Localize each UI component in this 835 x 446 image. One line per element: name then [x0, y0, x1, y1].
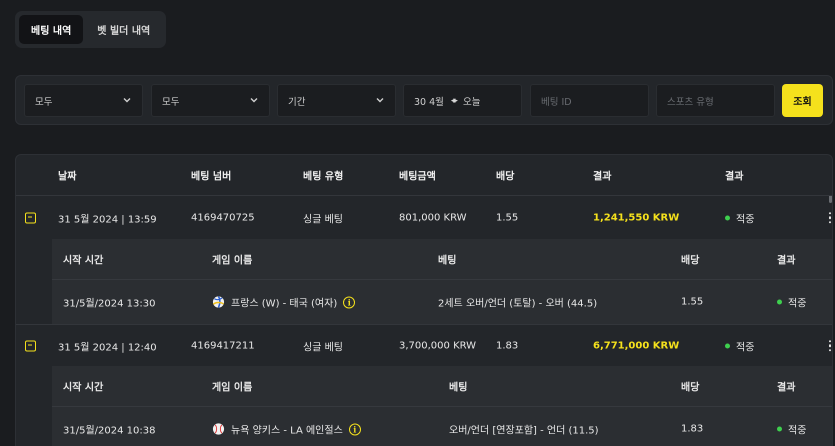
- detail-game: 프랑스 (W) - 태국 (여자) i: [212, 295, 356, 310]
- row-date: 31 5월 2024 | 13:59: [58, 214, 157, 225]
- bet-history-table: 날짜 베팅 넘버 베팅 유형 베팅금액 배당 결과 결과 31 5월 2024 …: [15, 154, 833, 446]
- detail-result: 적중: [777, 422, 806, 437]
- header-odds: 배당: [496, 171, 515, 183]
- detail-start-time: 31/5월/2024 10:38: [63, 425, 156, 437]
- detail-game: 뉴욕 양키스 - LA 에인절스 i: [212, 422, 361, 437]
- baseball-icon: [212, 423, 225, 435]
- win-status-dot: [777, 426, 782, 432]
- detail-header-odds: 배당: [681, 255, 700, 267]
- filter-select-2[interactable]: 모두: [151, 84, 270, 117]
- detail-header-game-name: 게임 이름: [212, 255, 253, 267]
- row-result-label: 적중: [736, 214, 755, 225]
- detail-header-bet: 베팅: [449, 382, 468, 394]
- detail-start-time: 31/5월/2024 13:30: [63, 298, 156, 310]
- more-options-icon[interactable]: [828, 211, 831, 224]
- detail-header-game-name: 게임 이름: [212, 382, 253, 394]
- search-button[interactable]: 조회: [782, 84, 823, 117]
- header-result-amount: 결과: [593, 171, 612, 183]
- detail-header-result: 결과: [777, 382, 796, 394]
- period-select-value: 기간: [288, 96, 306, 108]
- table-header: 날짜 베팅 넘버 베팅 유형 베팅금액 배당 결과 결과: [16, 155, 832, 195]
- row-odds: 1.55: [496, 212, 519, 223]
- row-result: 적중: [725, 210, 754, 225]
- chevron-down-icon: [123, 98, 131, 103]
- row-payout: 6,771,000 KRW: [593, 340, 680, 351]
- history-tabs: 베팅 내역 벳 빌더 내역: [15, 11, 167, 48]
- collapse-toggle-icon[interactable]: [25, 212, 36, 223]
- header-bet-type: 베팅 유형: [303, 171, 344, 183]
- row-bet-number: 4169417211: [191, 340, 255, 351]
- chevron-down-icon: [376, 98, 384, 103]
- detail-result-label: 적중: [788, 298, 807, 310]
- detail-header-result: 결과: [777, 255, 796, 267]
- row-result: 적중: [725, 338, 754, 353]
- date-range-arrows-icon: ◂▸: [450, 95, 458, 106]
- table-row[interactable]: 31 5월 2024 | 12:40 4169417211 싱글 베팅 3,70…: [16, 324, 832, 366]
- header-bet-amount: 베팅금액: [399, 171, 436, 183]
- date-from: 30 4월: [414, 96, 444, 108]
- detail-header: 시작 시간 게임 이름 베팅 배당 결과: [52, 239, 832, 280]
- volleyball-icon: [212, 296, 225, 308]
- detail-bet: 오버/언더 [연장포함] - 언더 (11.5): [449, 425, 599, 437]
- detail-result-label: 적중: [788, 425, 807, 437]
- sport-type-placeholder: 스포츠 유형: [667, 96, 714, 108]
- detail-header: 시작 시간 게임 이름 베팅 배당 결과: [52, 366, 832, 407]
- detail-bet: 2세트 오버/언더 (토탈) - 오버 (44.5): [438, 298, 598, 310]
- detail-game-name: 프랑스 (W) - 태국 (여자): [231, 298, 338, 310]
- win-status-dot: [725, 343, 730, 348]
- collapse-toggle-icon[interactable]: [25, 340, 36, 351]
- table-row[interactable]: 31 5월 2024 | 13:59 4169470725 싱글 베팅 801,…: [16, 195, 832, 239]
- date-range-picker[interactable]: 30 4월 ◂▸ 오늘: [403, 84, 522, 117]
- row-bet-amount: 3,700,000 KRW: [399, 340, 477, 351]
- row-result-label: 적중: [736, 342, 755, 353]
- detail-header-odds: 배당: [681, 382, 700, 394]
- period-select[interactable]: 기간: [277, 84, 396, 117]
- win-status-dot: [777, 299, 782, 305]
- filter-select-2-value: 모두: [162, 96, 180, 108]
- bet-id-input[interactable]: 베팅 ID: [530, 84, 649, 117]
- detail-row: 31/5월/2024 10:38 뉴욕 양키스 - LA 에인절스 i 오버/언…: [52, 407, 832, 446]
- filter-select-1[interactable]: 모두: [24, 84, 143, 117]
- detail-header-bet: 베팅: [438, 255, 457, 267]
- filter-select-1-value: 모두: [35, 96, 53, 108]
- row-bet-amount: 801,000 KRW: [399, 212, 467, 223]
- row-bet-number: 4169470725: [191, 212, 255, 223]
- header-result: 결과: [725, 171, 744, 183]
- info-icon[interactable]: i: [348, 423, 361, 435]
- win-status-dot: [725, 215, 730, 220]
- header-date: 날짜: [58, 171, 77, 183]
- detail-odds: 1.83: [681, 423, 704, 435]
- chevron-down-icon: [250, 98, 258, 103]
- detail-result: 적중: [777, 295, 806, 310]
- tab-bet-history[interactable]: 베팅 내역: [19, 15, 84, 44]
- header-bet-number: 베팅 넘버: [191, 171, 232, 183]
- bet-id-placeholder: 베팅 ID: [541, 96, 572, 108]
- filter-bar: 모두 모두 기간 30 4월 ◂▸ 오늘 베팅 ID 스포츠 유형 조회: [15, 75, 833, 125]
- row-bet-type: 싱글 베팅: [303, 342, 343, 353]
- detail-row: 31/5월/2024 13:30 프랑스 (W) - 태국 (여자) i 2세트…: [52, 280, 832, 324]
- info-icon[interactable]: i: [343, 296, 356, 308]
- row-odds: 1.83: [496, 340, 519, 351]
- tab-bet-builder-history[interactable]: 벳 빌더 내역: [85, 15, 162, 44]
- sport-type-input[interactable]: 스포츠 유형: [656, 84, 775, 117]
- detail-header-start-time: 시작 시간: [63, 382, 104, 394]
- detail-header-start-time: 시작 시간: [63, 255, 104, 267]
- row-date: 31 5월 2024 | 12:40: [58, 342, 157, 353]
- row-payout: 1,241,550 KRW: [593, 212, 680, 223]
- row-bet-type: 싱글 베팅: [303, 214, 343, 225]
- more-options-icon[interactable]: [828, 339, 831, 352]
- detail-game-name: 뉴욕 양키스 - LA 에인절스: [231, 425, 343, 437]
- detail-odds: 1.55: [681, 296, 704, 308]
- date-to: 오늘: [462, 96, 481, 108]
